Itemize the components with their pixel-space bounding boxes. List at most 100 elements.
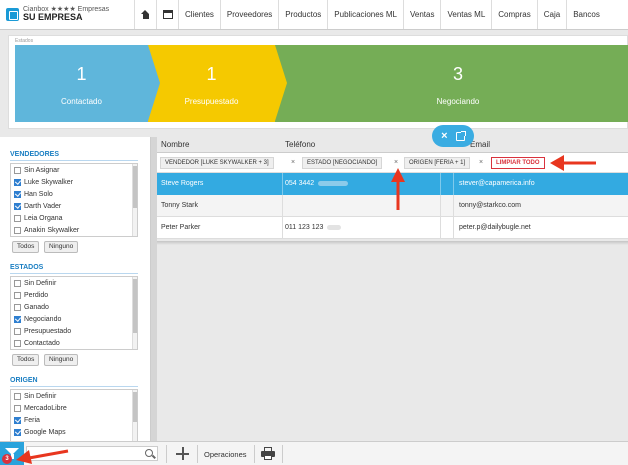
nav-proveedores[interactable]: Proveedores xyxy=(221,0,280,29)
cell-name: Tonny Stark xyxy=(161,202,198,209)
option-label: Sin Definir xyxy=(24,279,57,287)
origen-option[interactable]: Google Maps xyxy=(11,426,137,438)
remove-chip-origen[interactable]: × xyxy=(479,157,483,169)
checkbox[interactable] xyxy=(14,226,21,234)
home-icon xyxy=(141,10,150,19)
nav-ventas-ml[interactable]: Ventas ML xyxy=(441,0,493,29)
checkbox[interactable] xyxy=(14,315,21,323)
estados-ninguno-button[interactable]: Ninguno xyxy=(44,354,79,366)
option-label: MercadoLibre xyxy=(24,404,67,412)
nav-productos[interactable]: Productos xyxy=(279,0,329,29)
checkbox[interactable] xyxy=(14,178,21,186)
scroll-thumb[interactable] xyxy=(133,166,137,208)
checkbox[interactable] xyxy=(14,279,21,287)
table-row[interactable]: Steve Rogers 054 3442 stever@capamerica.… xyxy=(157,173,628,195)
stage-name: Negociando xyxy=(436,97,480,106)
close-icon[interactable]: × xyxy=(441,130,447,142)
column-divider xyxy=(453,195,454,216)
checkbox[interactable] xyxy=(14,202,21,210)
plus-icon[interactable] xyxy=(176,447,189,460)
brand[interactable]: Cianbox ★★★★ Empresas SU EMPRESA xyxy=(0,0,135,29)
vendedor-option[interactable]: Leia Organa xyxy=(11,212,137,224)
option-label: Sin Definir xyxy=(24,392,57,400)
option-label: Perdido xyxy=(24,291,49,299)
stage-presupuestado[interactable]: 1 Presupuestado xyxy=(148,45,287,122)
stage-negociando[interactable]: 3 Negociando xyxy=(275,45,628,122)
option-label: Negociando xyxy=(24,315,62,323)
expand-icon[interactable] xyxy=(455,130,466,141)
checkbox[interactable] xyxy=(14,166,21,174)
column-divider xyxy=(282,173,283,195)
option-label: Anakin Skywalker xyxy=(24,226,80,234)
filter-toggle-button[interactable]: 3 xyxy=(0,442,24,465)
column-divider xyxy=(440,173,441,195)
checkbox[interactable] xyxy=(14,214,21,222)
filter-chip-estado[interactable]: ESTADO [NEGOCIANDO] xyxy=(302,157,383,169)
checkbox[interactable] xyxy=(14,190,21,198)
estados-todos-button[interactable]: Todos xyxy=(12,354,40,366)
checkbox[interactable] xyxy=(14,416,21,424)
origen-option[interactable]: Sin Definir xyxy=(11,390,137,402)
checkbox[interactable] xyxy=(14,327,21,335)
vendedores-ninguno-button[interactable]: Ninguno xyxy=(44,241,79,253)
stage-contactado[interactable]: 1 Contactado xyxy=(15,45,160,122)
column-header-nombre[interactable]: Nombre xyxy=(161,140,189,149)
estado-option[interactable]: Sin Definir xyxy=(11,277,137,289)
nav-ventas[interactable]: Ventas xyxy=(404,0,442,29)
estado-option[interactable]: Ganado xyxy=(11,301,137,313)
checkbox[interactable] xyxy=(14,303,21,311)
operations-button[interactable]: Operaciones xyxy=(204,450,247,459)
origen-option[interactable]: MercadoLibre xyxy=(11,402,137,414)
search-icon[interactable] xyxy=(145,449,153,457)
estado-option[interactable]: Presupuestado xyxy=(11,325,137,337)
list-scrollbar[interactable] xyxy=(132,390,137,441)
origen-list[interactable]: Sin Definir MercadoLibre Feria Google Ma… xyxy=(10,389,138,441)
search-input[interactable] xyxy=(26,446,158,461)
scroll-thumb[interactable] xyxy=(133,392,137,422)
nav-home[interactable] xyxy=(135,0,157,29)
estado-option[interactable]: Negociando xyxy=(11,313,137,325)
list-scrollbar[interactable] xyxy=(132,277,137,349)
filter-chip-origen[interactable]: ORIGEN [FERIA + 1] xyxy=(404,157,471,169)
vendedores-list[interactable]: Sin Asignar Luke Skywalker Han Solo Dart… xyxy=(10,163,138,237)
checkbox[interactable] xyxy=(14,428,21,436)
vendedor-option[interactable]: Sin Asignar xyxy=(11,164,137,176)
option-label: Presupuestado xyxy=(24,327,72,335)
nav-caja[interactable]: Caja xyxy=(538,0,568,29)
checkbox[interactable] xyxy=(14,404,21,412)
calendar-icon xyxy=(162,10,173,19)
filter-chip-vendedor[interactable]: VENDEDOR [LUKE SKYWALKER + 3] xyxy=(160,157,274,169)
checkbox[interactable] xyxy=(14,291,21,299)
cell-email: peter.p@dailybugle.net xyxy=(459,224,531,231)
vendedor-option[interactable]: Luke Skywalker xyxy=(11,176,137,188)
column-header-telefono[interactable]: Teléfono xyxy=(285,140,315,149)
nav-compras[interactable]: Compras xyxy=(492,0,538,29)
estado-option[interactable]: Perdido xyxy=(11,289,137,301)
estados-title: ESTADOS xyxy=(10,264,44,271)
nav-calendar[interactable] xyxy=(157,0,179,29)
vendedores-todos-button[interactable]: Todos xyxy=(12,241,40,253)
checkbox[interactable] xyxy=(14,392,21,400)
column-header-email[interactable]: Email xyxy=(470,140,490,149)
origen-option[interactable]: Feria xyxy=(11,414,137,426)
scroll-thumb[interactable] xyxy=(133,279,137,333)
remove-chip-vendedor[interactable]: × xyxy=(291,157,295,169)
checkbox[interactable] xyxy=(14,339,21,347)
printer-icon[interactable] xyxy=(261,447,275,460)
list-scrollbar[interactable] xyxy=(132,164,137,236)
option-label: Sin Asignar xyxy=(24,166,60,174)
table-row[interactable]: Tonny Stark tonny@starkco.com xyxy=(157,195,628,217)
vendedor-option[interactable]: Han Solo xyxy=(11,188,137,200)
estado-option[interactable]: Contactado xyxy=(11,337,137,349)
nav-clientes[interactable]: Clientes xyxy=(179,0,221,29)
active-filters-bar: VENDEDOR [LUKE SKYWALKER + 3] × ESTADO [… xyxy=(157,153,628,173)
vendedor-option[interactable]: Darth Vader xyxy=(11,200,137,212)
nav-bancos[interactable]: Bancos xyxy=(567,0,606,29)
vendedor-option[interactable]: Anakin Skywalker xyxy=(11,224,137,236)
nav-publicaciones-ml[interactable]: Publicaciones ML xyxy=(328,0,404,29)
table-row[interactable]: Peter Parker 011 123 123 peter.p@dailybu… xyxy=(157,217,628,239)
column-divider xyxy=(282,195,283,216)
estados-list[interactable]: Sin Definir Perdido Ganado Negociando Pr… xyxy=(10,276,138,350)
clear-all-filters-button[interactable]: LIMPIAR TODO xyxy=(491,157,545,169)
remove-chip-estado[interactable]: × xyxy=(394,157,398,169)
